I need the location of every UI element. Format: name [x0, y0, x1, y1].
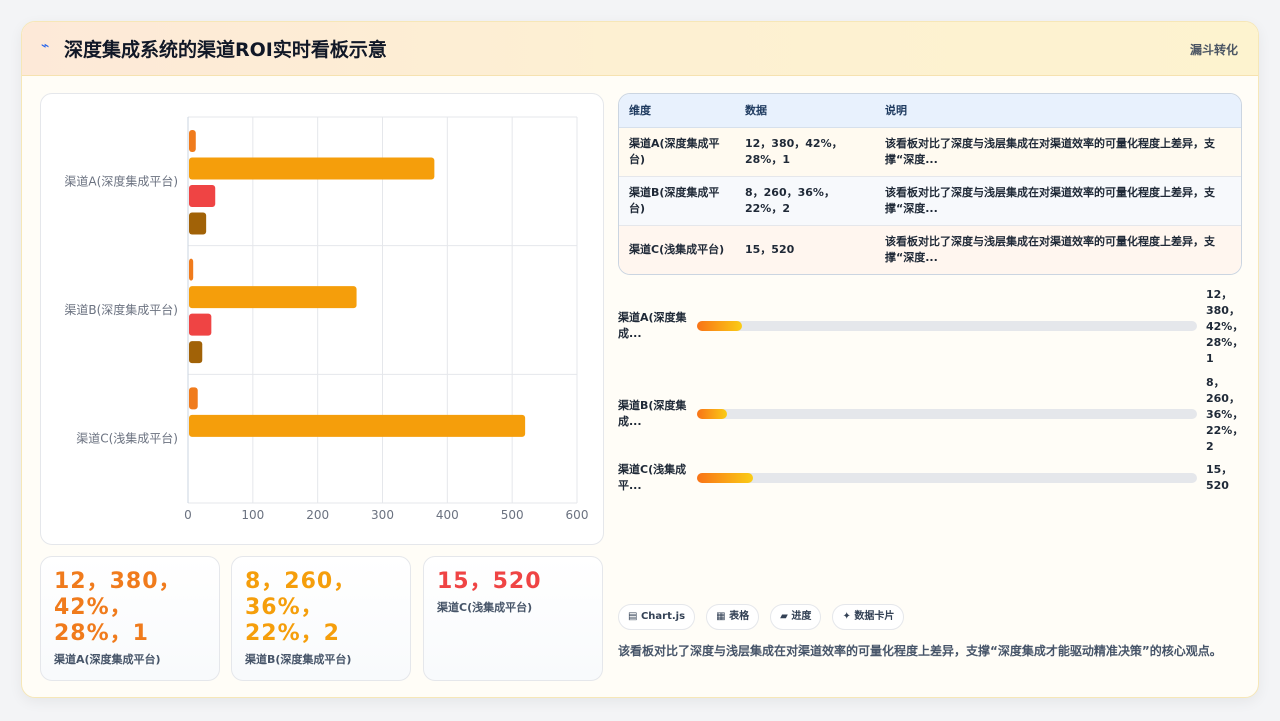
- lightning-icon: ⌁: [41, 38, 50, 54]
- x-tick-label: 400: [436, 508, 459, 522]
- kpi-label: 渠道C(浅集成平台): [437, 601, 533, 614]
- page-title: 深度集成系统的渠道ROI实时看板示意: [64, 39, 387, 61]
- data-table: 维度 数据 说明 渠道A(深度集成平台) 12，380，42%，28%，1 该看…: [618, 93, 1242, 275]
- table-header-data: 数据: [735, 94, 875, 128]
- kpi-label: 渠道A(深度集成平台): [54, 653, 161, 666]
- funnel-tag[interactable]: 漏斗转化: [1190, 41, 1238, 58]
- kpi-value: 8，260，36%，22%，2: [245, 569, 357, 646]
- table-header-row: 维度 数据 说明: [619, 94, 1241, 128]
- table-row: 渠道C(浅集成平台) 15，520 该看板对比了深度与浅层集成在对渠道效率的可量…: [619, 225, 1241, 274]
- category-label: 渠道C(浅集成平台): [76, 431, 178, 446]
- bar-chart: 0 100 200 300 400 500 600 渠道A(深度集成平台) 渠道B(深度集成平台…: [64, 116, 589, 522]
- bar: [189, 157, 435, 180]
- table-icon: ▦: [716, 611, 726, 622]
- progress-fill: [697, 473, 753, 483]
- table-cell: 渠道A(深度集成平台): [619, 127, 735, 177]
- description-text: 该看板对比了深度与浅层集成在对渠道效率的可量化程度上差异，支撑“深度集成才能驱动…: [618, 644, 1222, 658]
- table-row: 渠道A(深度集成平台) 12，380，42%，28%，1 该看板对比了深度与浅层…: [619, 127, 1241, 177]
- feature-chips: ▤ Chart.js ▦ 表格 ▰ 进度 ✦ 数据卡片: [618, 604, 910, 630]
- kpi-label: 渠道B(深度集成平台): [245, 653, 352, 666]
- table-header-note: 说明: [875, 94, 1241, 128]
- progress-label: 渠道B(深度集成...: [618, 399, 687, 428]
- progress-fill: [697, 409, 727, 419]
- progress-value: 12，380，42%，28%，1: [1206, 288, 1244, 365]
- chip-progress[interactable]: ▰ 进度: [770, 604, 822, 630]
- bar: [189, 212, 207, 235]
- table-row: 渠道B(深度集成平台) 8，260，36%，22%，2 该看板对比了深度与浅层集…: [619, 176, 1241, 226]
- chip-table[interactable]: ▦ 表格: [706, 604, 760, 630]
- table-header-dimension: 维度: [619, 94, 735, 128]
- bar: [189, 414, 526, 437]
- bar: [189, 387, 198, 410]
- dashboard-card: ⌁ 深度集成系统的渠道ROI实时看板示意 漏斗转化 0 100 200 300 400 5…: [21, 21, 1259, 698]
- x-tick-label: 0: [184, 508, 192, 522]
- x-tick-label: 200: [306, 508, 329, 522]
- sparkle-icon: ✦: [842, 611, 851, 622]
- progress-icon: ▰: [780, 611, 788, 622]
- progress-fill: [697, 321, 742, 331]
- kpi-value: 12，380，42%，28%，1: [54, 569, 182, 646]
- kpi-card-c: 15，520 渠道C(浅集成平台): [423, 556, 603, 681]
- chip-label: 进度: [791, 611, 812, 622]
- table-cell: 15，520: [735, 225, 875, 274]
- x-tick-label: 600: [566, 508, 589, 522]
- chip-data-card[interactable]: ✦ 数据卡片: [832, 604, 905, 630]
- x-tick-label: 100: [241, 508, 264, 522]
- kpi-value: 15，520: [437, 569, 542, 594]
- bar: [189, 286, 357, 309]
- category-label: 渠道A(深度集成平台): [64, 173, 178, 188]
- progress-track: [697, 409, 1197, 419]
- chart-icon: ▤: [628, 611, 638, 622]
- table-cell: 该看板对比了深度与浅层集成在对渠道效率的可量化程度上差异，支撑“深度...: [875, 225, 1241, 274]
- header: ⌁ 深度集成系统的渠道ROI实时看板示意 漏斗转化: [22, 22, 1258, 76]
- progress-value: 8，260，36%，22%，2: [1206, 376, 1244, 453]
- table-cell: 渠道C(浅集成平台): [619, 225, 735, 274]
- category-label: 渠道B(深度集成平台): [64, 302, 178, 317]
- progress-track: [697, 473, 1197, 483]
- bar: [189, 313, 212, 336]
- kpi-card-b: 8，260，36%，22%，2 渠道B(深度集成平台): [231, 556, 411, 681]
- bar: [189, 341, 203, 364]
- kpi-card-a: 12，380，42%，28%，1 渠道A(深度集成平台): [40, 556, 220, 681]
- bar-chart-panel: 0 100 200 300 400 500 600 渠道A(深度集成平台) 渠道B(深度集成平台…: [40, 93, 604, 545]
- table-cell: 该看板对比了深度与浅层集成在对渠道效率的可量化程度上差异，支撑“深度...: [875, 176, 1241, 226]
- x-tick-label: 300: [371, 508, 394, 522]
- bar: [189, 185, 216, 207]
- bar: [189, 258, 194, 281]
- table-cell: 该看板对比了深度与浅层集成在对渠道效率的可量化程度上差异，支撑“深度...: [875, 127, 1241, 177]
- progress-value: 15，520: [1206, 463, 1233, 492]
- chip-label: 表格: [729, 611, 750, 622]
- progress-label: 渠道A(深度集成...: [618, 311, 687, 340]
- table-cell: 8，260，36%，22%，2: [735, 176, 875, 226]
- progress-track: [697, 321, 1197, 331]
- chip-label: Chart.js: [640, 611, 686, 622]
- chip-chartjs[interactable]: ▤ Chart.js: [618, 604, 696, 630]
- chip-label: 数据卡片: [854, 611, 895, 622]
- bar: [189, 130, 196, 152]
- x-tick-label: 500: [501, 508, 524, 522]
- table-cell: 渠道B(深度集成平台): [619, 176, 735, 226]
- table-cell: 12，380，42%，28%，1: [735, 127, 875, 177]
- progress-label: 渠道C(浅集成平...: [618, 463, 687, 492]
